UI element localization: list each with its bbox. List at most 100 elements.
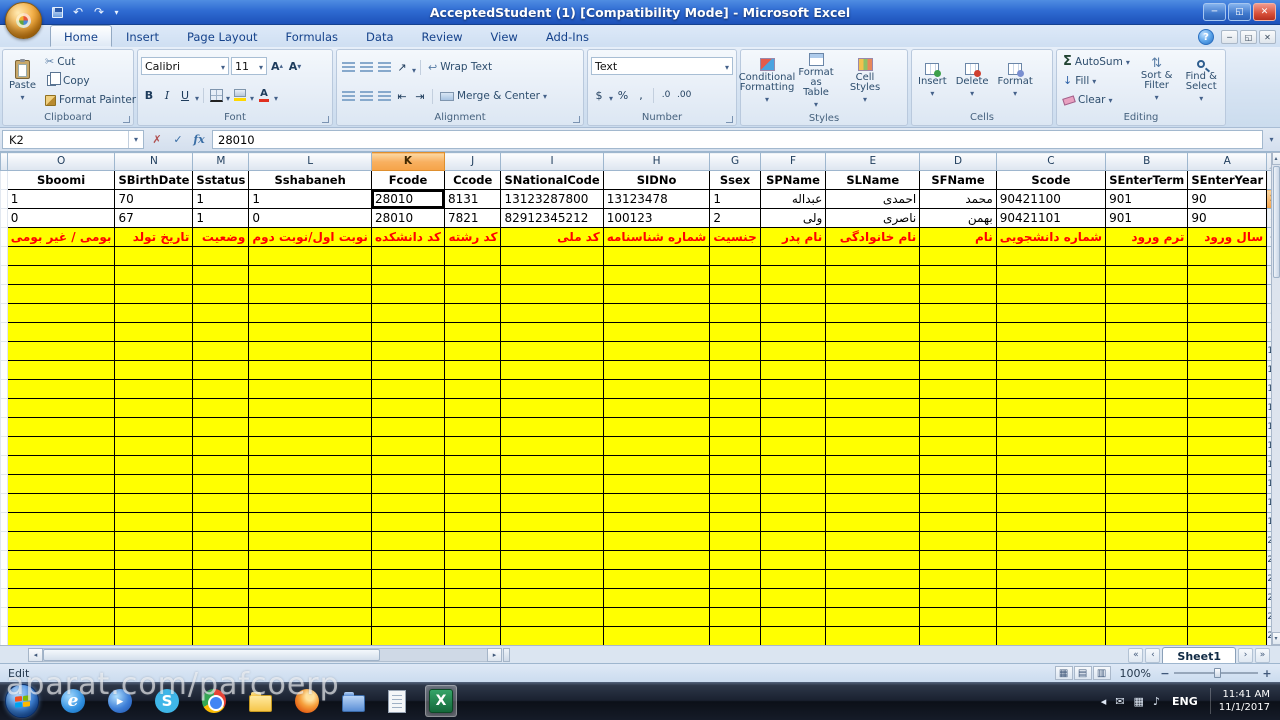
cell-I17[interactable] — [500, 474, 604, 494]
tab-formulas[interactable]: Formulas — [272, 25, 353, 47]
cell-A10[interactable] — [1187, 341, 1268, 361]
cell-A17[interactable] — [1187, 474, 1268, 494]
cell-E21[interactable] — [825, 550, 921, 570]
zoom-track[interactable] — [1174, 668, 1258, 678]
cell-H1[interactable]: SIDNo — [602, 170, 711, 190]
cell-F14[interactable] — [759, 417, 827, 437]
cell-I5[interactable] — [500, 246, 604, 266]
merge-center-button[interactable]: Merge & Center — [437, 88, 550, 105]
clipboard-dialog-launcher-icon[interactable] — [123, 116, 130, 123]
cell-K3[interactable]: 28010 — [370, 208, 446, 228]
cell-L24[interactable] — [248, 607, 372, 627]
cell-C19[interactable] — [995, 512, 1107, 532]
normal-view-button[interactable]: ▦ — [1054, 666, 1073, 680]
cell-M23[interactable] — [192, 588, 250, 608]
cell-N21[interactable] — [114, 550, 194, 570]
cell-E8[interactable] — [825, 303, 921, 323]
cell-B22[interactable] — [1105, 569, 1189, 589]
cell-L15[interactable] — [248, 436, 372, 456]
network-icon[interactable]: ▦ — [1134, 695, 1144, 708]
cell-K12[interactable] — [370, 379, 446, 399]
cell-H6[interactable] — [602, 265, 711, 285]
formula-input[interactable]: 28010 — [212, 130, 1263, 149]
cell-I3[interactable]: 82912345212 — [500, 208, 604, 228]
cell-I9[interactable] — [500, 322, 604, 342]
cell-J9[interactable] — [444, 322, 502, 342]
name-box-dropdown-icon[interactable] — [128, 131, 143, 148]
autosum-button[interactable]: Σ AutoSum — [1060, 53, 1133, 70]
cell-G12[interactable] — [709, 379, 761, 399]
cell-F12[interactable] — [759, 379, 827, 399]
cell-J1[interactable]: Ccode — [444, 170, 502, 190]
cell-D12[interactable] — [919, 379, 997, 399]
cell-F24[interactable] — [759, 607, 827, 627]
cell-M22[interactable] — [192, 569, 250, 589]
cell-D3[interactable]: بهمن — [919, 208, 997, 228]
cell-I10[interactable] — [500, 341, 604, 361]
cell-D20[interactable] — [919, 531, 997, 551]
cell-C7[interactable] — [995, 284, 1107, 304]
cell-J14[interactable] — [444, 417, 502, 437]
cell-N2[interactable]: 70 — [114, 189, 194, 209]
cell-E23[interactable] — [825, 588, 921, 608]
cell-I4[interactable]: کد ملی — [500, 227, 604, 247]
cell-F23[interactable] — [759, 588, 827, 608]
cell-D14[interactable] — [919, 417, 997, 437]
italic-button[interactable]: I — [159, 87, 175, 103]
cell-F21[interactable] — [759, 550, 827, 570]
cell-P12[interactable] — [0, 379, 8, 399]
cell-O18[interactable] — [6, 493, 116, 513]
cell-F10[interactable] — [759, 341, 827, 361]
column-header-B[interactable]: B — [1105, 152, 1189, 171]
cell-B11[interactable] — [1105, 360, 1189, 380]
cell-C1[interactable]: Scode — [995, 170, 1107, 190]
font-name-combo[interactable]: Calibri — [141, 57, 229, 76]
column-header-A[interactable]: A — [1187, 152, 1268, 171]
cell-C25[interactable] — [995, 626, 1107, 645]
cell-M3[interactable]: 1 — [192, 208, 250, 228]
cell-B16[interactable] — [1105, 455, 1189, 475]
cell-O23[interactable] — [6, 588, 116, 608]
cell-G5[interactable] — [709, 246, 761, 266]
first-sheet-button[interactable]: « — [1128, 647, 1144, 663]
cell-M19[interactable] — [192, 512, 250, 532]
cell-C10[interactable] — [995, 341, 1107, 361]
cell-N8[interactable] — [114, 303, 194, 323]
cell-G19[interactable] — [709, 512, 761, 532]
cell-H20[interactable] — [602, 531, 711, 551]
cell-D21[interactable] — [919, 550, 997, 570]
taskbar-app-windows-media[interactable]: ▸ — [104, 685, 136, 717]
accounting-format-button[interactable]: $ — [591, 87, 607, 103]
cell-K8[interactable] — [370, 303, 446, 323]
cell-G22[interactable] — [709, 569, 761, 589]
cell-B19[interactable] — [1105, 512, 1189, 532]
cell-D6[interactable] — [919, 265, 997, 285]
cell-F2[interactable]: عبداله — [759, 189, 827, 209]
cell-E9[interactable] — [825, 322, 921, 342]
column-header-D[interactable]: D — [919, 152, 997, 171]
cell-P13[interactable] — [0, 398, 8, 418]
cell-G15[interactable] — [709, 436, 761, 456]
zoom-level[interactable]: 100% — [1120, 667, 1151, 680]
vertical-scroll-thumb[interactable] — [1272, 166, 1280, 278]
cell-P18[interactable] — [0, 493, 8, 513]
cell-H22[interactable] — [602, 569, 711, 589]
column-header-E[interactable]: E — [825, 152, 921, 171]
cell-N12[interactable] — [114, 379, 194, 399]
cell-I14[interactable] — [500, 417, 604, 437]
cell-J6[interactable] — [444, 265, 502, 285]
cut-button[interactable]: ✂ Cut — [42, 53, 139, 70]
cell-J16[interactable] — [444, 455, 502, 475]
sort-filter-button[interactable]: ⇅ Sort & Filter — [1136, 52, 1178, 110]
top-align-button[interactable] — [340, 59, 356, 75]
column-header-P[interactable] — [0, 152, 8, 171]
cell-K22[interactable] — [370, 569, 446, 589]
cell-A24[interactable] — [1187, 607, 1268, 627]
cell-B20[interactable] — [1105, 531, 1189, 551]
cell-L1[interactable]: Sshabaneh — [248, 170, 372, 190]
cell-I16[interactable] — [500, 455, 604, 475]
cell-L14[interactable] — [248, 417, 372, 437]
cell-J22[interactable] — [444, 569, 502, 589]
cell-C24[interactable] — [995, 607, 1107, 627]
orientation-button[interactable]: ↗ — [394, 59, 410, 75]
